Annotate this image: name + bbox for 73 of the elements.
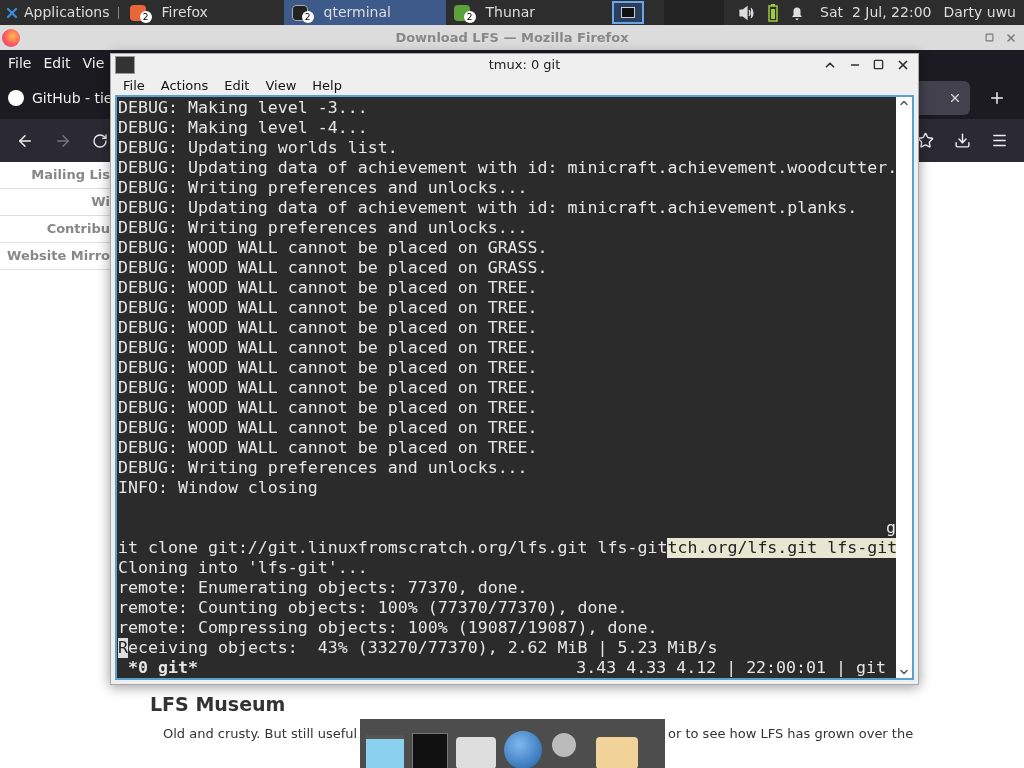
terminal-line: DEBUG: Making level -3... <box>118 98 369 118</box>
menu-item[interactable]: Edit <box>224 75 250 95</box>
terminal-line: eceiving objects: 43% (33270/77370), 2.62 MiB | 5.23 MiB/s <box>128 638 718 658</box>
paragraph-fragment: Old and crusty. But still useful <box>163 725 358 743</box>
terminal-line: remote: Enumerating objects: 77370, done. <box>118 578 529 598</box>
app-icon <box>453 4 470 21</box>
terminal-line: DEBUG: WOOD WALL cannot be placed on TREE. <box>118 398 539 418</box>
terminal-line: DEBUG: Writing preferences and unlocks... <box>118 178 529 198</box>
taskbar-button[interactable]: 2 qterminal <box>283 0 446 25</box>
tmux-status: 3.43 4.33 4.12 | 22:00:01 | git <box>576 658 886 678</box>
app-icon <box>291 4 308 21</box>
terminal-line: DEBUG: WOOD WALL cannot be placed on TREE. <box>118 418 539 438</box>
terminal-line: DEBUG: WOOD WALL cannot be placed on GRASS. <box>118 258 549 278</box>
terminal-line: DEBUG: WOOD WALL cannot be placed on TREE. <box>118 438 539 458</box>
paragraph-fragment: or to see how LFS has grown over the <box>668 725 914 743</box>
terminal-line: DEBUG: WOOD WALL cannot be placed on TREE. <box>118 378 539 398</box>
menu-item[interactable]: File <box>123 75 145 95</box>
window-title: tmux: 0 git <box>488 56 561 74</box>
terminal-line: DEBUG: WOOD WALL cannot be placed on TREE. <box>118 338 539 358</box>
terminal-line: g <box>886 518 896 538</box>
menu-item[interactable]: Edit <box>43 53 71 74</box>
terminal-line: Cloning into 'lfs-git'... <box>118 558 369 578</box>
menu-item[interactable]: Vie <box>82 53 105 74</box>
tmux-window-label: *0 git* <box>128 658 198 678</box>
terminal-icon[interactable] <box>412 733 448 768</box>
terminal-line: DEBUG: WOOD WALL cannot be placed on GRASS. <box>118 238 549 258</box>
sidebar-link[interactable]: Website Mirro <box>7 246 110 266</box>
taskbar-button[interactable]: 2 Thunar <box>445 0 608 25</box>
sidebar-link[interactable]: Mailing Lis <box>31 165 110 185</box>
terminal-line: DEBUG: WOOD WALL cannot be placed on TREE. <box>118 318 539 338</box>
clock[interactable]: Sat 2 Jul, 22:00 <box>820 2 932 23</box>
workspace-switcher[interactable] <box>611 1 644 24</box>
scrollbar[interactable] <box>896 97 912 678</box>
terminal-line: DEBUG: WOOD WALL cannot be placed on TREE. <box>118 278 539 298</box>
menu-item[interactable]: File <box>8 53 32 74</box>
desktop-icon[interactable] <box>366 735 404 768</box>
star-icon[interactable] <box>917 132 934 149</box>
section-heading: LFS Museum <box>150 692 286 717</box>
menu-icon[interactable] <box>991 132 1008 149</box>
selected-text: tch.org/lfs.git lfs-git <box>667 538 896 558</box>
terminal-line: DEBUG: Writing preferences and unlocks... <box>118 218 529 238</box>
terminal-line: DEBUG: Updating data of achievement with id: minicraft.achievement.planks. <box>118 198 859 218</box>
download-icon[interactable] <box>954 132 971 149</box>
window-title: Download LFS — Mozilla Firefox <box>395 28 629 47</box>
close-tab-icon[interactable] <box>948 91 962 105</box>
user-name[interactable]: Darty uwu <box>943 2 1016 23</box>
terminal-line: DEBUG: Writing preferences and unlocks... <box>118 458 529 478</box>
sidebar-link[interactable]: Wi <box>91 192 110 212</box>
terminal-icon <box>115 55 135 74</box>
terminal-line: it clone git://git.linuxfromscratch.org/lfs.git lfs-git <box>118 538 668 558</box>
terminal-line: DEBUG: Updating data of achievement with id: minicraft.achievement.woodcutter. <box>118 158 896 178</box>
terminal-line: remote: Counting objects: 100% (77370/77370), done. <box>118 598 629 618</box>
volume-icon[interactable] <box>738 4 757 21</box>
terminal-line: DEBUG: Updating worlds list. <box>118 138 399 158</box>
terminal-line: INFO: Window closing <box>118 478 319 498</box>
text-cursor: R <box>118 638 128 658</box>
terminal-line: DEBUG: Making level -4... <box>118 118 369 138</box>
menu-item[interactable]: Help <box>312 75 342 95</box>
menu-item[interactable]: View <box>265 75 297 95</box>
sidebar-link[interactable]: Contribu <box>46 219 110 239</box>
taskbar-button[interactable]: 2 Firefox <box>121 0 284 25</box>
new-tab-icon[interactable] <box>988 89 1006 107</box>
maximize-icon[interactable] <box>873 59 884 71</box>
menu-item[interactable]: Actions <box>160 75 209 95</box>
terminal-line: DEBUG: WOOD WALL cannot be placed on TREE. <box>118 298 539 318</box>
app-icon <box>129 4 146 21</box>
reload-icon[interactable] <box>92 132 108 149</box>
window-thumbnail[interactable] <box>663 0 724 25</box>
battery-icon[interactable] <box>768 3 779 22</box>
terminal-line: DEBUG: WOOD WALL cannot be placed on TREE. <box>118 358 539 378</box>
applications-menu[interactable]: Applications <box>0 0 114 25</box>
terminal-line: remote: Compressing objects: 100% (19087/19087), done. <box>118 618 659 638</box>
terminal-icon <box>620 7 635 18</box>
